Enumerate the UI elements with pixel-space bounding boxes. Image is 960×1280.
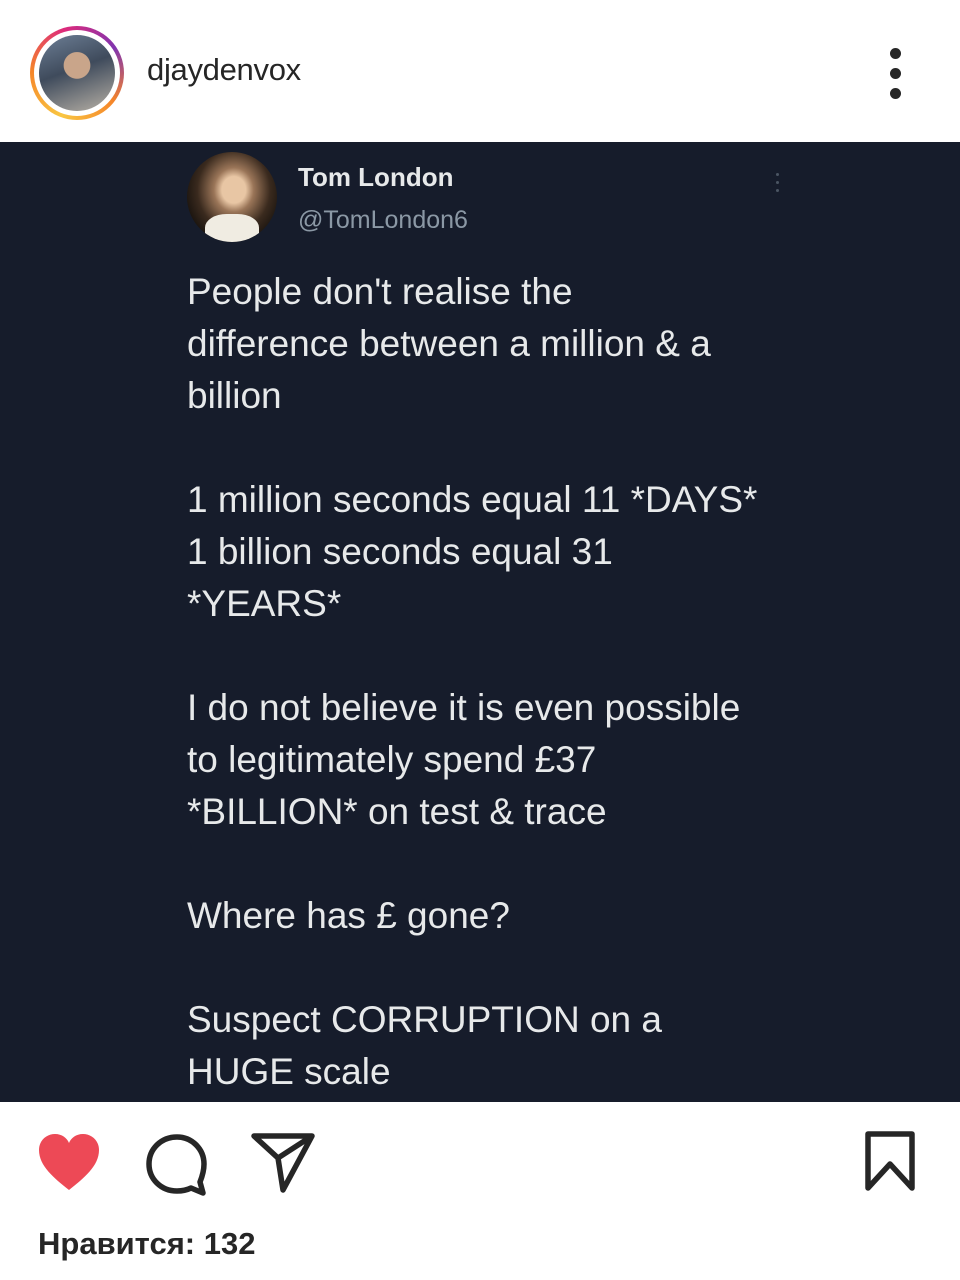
tweet-line: 1 billion seconds equal 31 [187, 531, 613, 572]
tweet-paragraph-gap [187, 630, 847, 682]
speech-bubble-icon [146, 1134, 207, 1196]
tweet-line: difference between a million & a [187, 323, 711, 364]
likes-count[interactable]: Нравится: 132 [38, 1226, 255, 1262]
tweet-paragraph-gap [187, 422, 847, 474]
bookmark-icon [865, 1131, 915, 1191]
share-button[interactable] [250, 1132, 316, 1194]
tweet-more-icon [772, 170, 784, 196]
tweet-paragraph-gap [187, 942, 847, 994]
avatar-photo [39, 35, 115, 111]
tweet-line: billion [187, 375, 282, 416]
tweet-line: I do not believe it is even possible [187, 687, 741, 728]
tweet-line: 1 million seconds equal 11 *DAYS* [187, 479, 758, 520]
tweet-author-handle: @TomLondon6 [298, 206, 468, 234]
tweet-line: Suspect CORRUPTION on a [187, 999, 662, 1040]
tweet-author-avatar [187, 152, 277, 242]
paper-plane-icon [251, 1133, 315, 1193]
tweet-line: HUGE scale [187, 1051, 391, 1092]
comment-button[interactable] [144, 1132, 208, 1196]
heart-filled-icon [39, 1134, 99, 1190]
post-header: djaydenvox [0, 0, 960, 142]
save-button[interactable] [862, 1130, 918, 1192]
tweet-line: *BILLION* on test & trace [187, 791, 607, 832]
username-link[interactable]: djaydenvox [147, 52, 301, 88]
tweet-line: Where has £ gone? [187, 895, 510, 936]
instagram-post: djaydenvox Tom London @TomLondon6 People… [0, 0, 960, 1280]
profile-avatar[interactable] [30, 26, 124, 120]
like-button[interactable] [36, 1132, 102, 1194]
more-options-icon[interactable] [872, 44, 920, 102]
post-image[interactable]: Tom London @TomLondon6 People don't real… [0, 142, 960, 1102]
tweet-text: People don't realise the difference betwe… [187, 266, 847, 1098]
tweet-author-name: Tom London [298, 162, 454, 192]
tweet-line: People don't realise the [187, 271, 573, 312]
tweet-line: to legitimately spend £37 [187, 739, 597, 780]
tweet-line: *YEARS* [187, 583, 342, 624]
post-actions: Нравится: 132 [0, 1102, 960, 1280]
tweet-paragraph-gap [187, 838, 847, 890]
